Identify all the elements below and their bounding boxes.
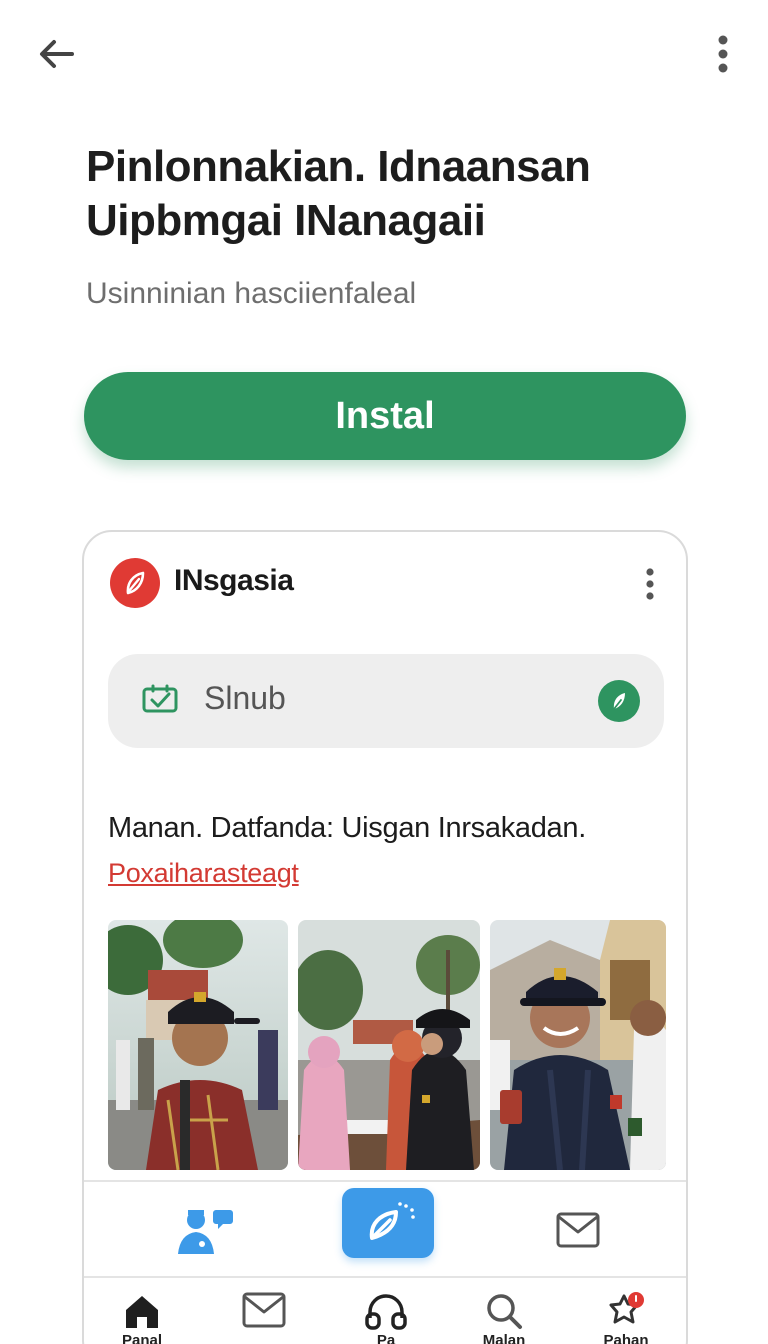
- nav-label-home: Panal: [121, 1332, 163, 1344]
- calendar-check-icon: [142, 684, 178, 713]
- nav-item-notifications[interactable]: Pahan: [576, 1292, 676, 1344]
- more-options-button[interactable]: [708, 30, 738, 78]
- compose-button[interactable]: [342, 1188, 434, 1258]
- person-speech-icon: [178, 1210, 233, 1254]
- search-icon: [487, 1294, 522, 1329]
- nav-label-notifications: Pahan: [603, 1332, 649, 1344]
- app-logo: [110, 558, 160, 608]
- headphones-icon: [365, 1294, 407, 1330]
- back-button[interactable]: [32, 30, 80, 78]
- search-field[interactable]: Slnub: [108, 654, 664, 748]
- leaf-logo-icon: [126, 571, 145, 595]
- app-name: INsgasia: [174, 564, 294, 597]
- person-speech-button[interactable]: [164, 1182, 244, 1278]
- notification-icon: [609, 1292, 644, 1324]
- more-vertical-icon: [646, 568, 654, 600]
- bottom-navigation: Panal Pa Malan Pahan: [84, 1276, 686, 1344]
- mail-icon: [242, 1292, 286, 1328]
- app-preview-card: INsgasia Slnub Manan. Datfanda: Uisgan I…: [82, 530, 688, 1344]
- nav-item-search[interactable]: Malan: [454, 1292, 554, 1344]
- arrow-left-icon: [40, 40, 74, 68]
- search-action-button[interactable]: [598, 680, 640, 722]
- nav-item-home[interactable]: Panal: [92, 1292, 192, 1344]
- smiling-officer-image: [490, 920, 666, 1170]
- officer-batik-image: [108, 920, 288, 1170]
- gallery-photo-officer-batik[interactable]: [108, 920, 288, 1170]
- message-link[interactable]: Poxaiharasteagt: [108, 858, 299, 889]
- top-bar: [0, 28, 768, 78]
- more-vertical-icon: [718, 35, 728, 73]
- page-title: Pinlonnakian. Idnaansan Uipbmgai INanaga…: [86, 142, 591, 245]
- nav-label-search: Malan: [482, 1332, 526, 1344]
- gallery-photo-women-table[interactable]: [298, 920, 480, 1170]
- card-more-button[interactable]: [638, 562, 662, 606]
- nav-item-audio[interactable]: Pa: [336, 1292, 436, 1344]
- home-icon: [126, 1296, 158, 1328]
- nav-label-audio: Pa: [376, 1332, 396, 1344]
- mail-button[interactable]: [538, 1182, 618, 1278]
- card-header: INsgasia: [84, 532, 686, 632]
- app-install-page: Pinlonnakian. Idnaansan Uipbmgai INanaga…: [0, 0, 768, 1344]
- leaf-compose-icon: [369, 1202, 415, 1240]
- leaf-icon: [613, 693, 625, 710]
- install-button[interactable]: Instal: [84, 372, 686, 460]
- photo-gallery: [108, 920, 666, 1170]
- message-text: Manan. Datfanda: Uisgan Inrsakadan.: [108, 812, 586, 844]
- gallery-photo-smiling-officer[interactable]: [490, 920, 666, 1170]
- page-subtitle: Usinninian hasciienfaleal: [86, 277, 417, 310]
- mail-icon: [556, 1212, 600, 1248]
- card-action-bar: [84, 1180, 686, 1276]
- search-value: Slnub: [204, 680, 286, 716]
- nav-item-mail[interactable]: [214, 1292, 314, 1330]
- women-table-image: [298, 920, 480, 1170]
